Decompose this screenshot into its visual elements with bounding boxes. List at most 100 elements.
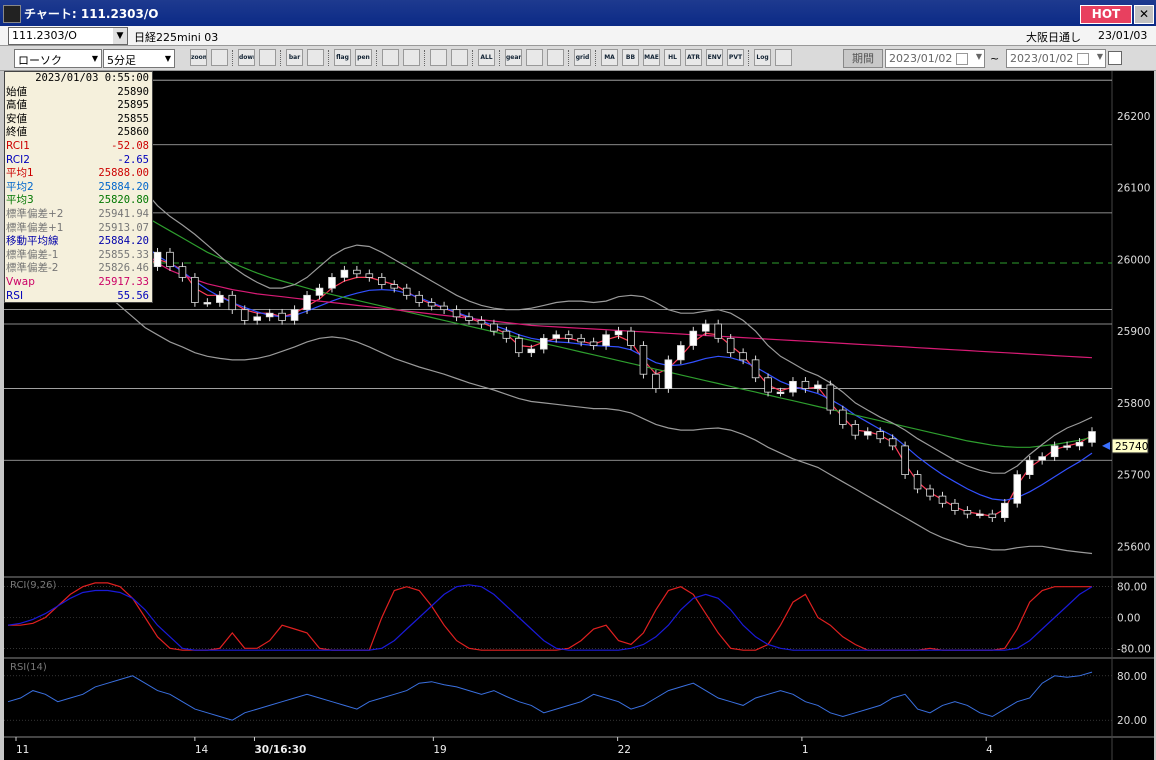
data-window-value: 25888.00: [98, 167, 149, 180]
date-from-field[interactable]: 2023/01/02 ▼: [885, 49, 985, 68]
data-window-value: 25826.46: [98, 262, 149, 275]
toolbar-all-button[interactable]: ALL: [478, 49, 495, 66]
data-window-key: 高値: [6, 99, 27, 112]
period-button[interactable]: 期間: [843, 49, 883, 68]
candle-body: [1038, 456, 1046, 461]
data-window-key: 標準偏差-2: [6, 262, 59, 275]
data-window-key: 平均1: [6, 167, 34, 180]
candle-body: [589, 341, 598, 346]
toolbar-gear-button[interactable]: gear: [505, 49, 522, 66]
toolbar-arrow-button[interactable]: [403, 49, 420, 66]
candle-body: [353, 269, 361, 275]
toolbar-pen-button[interactable]: pen: [355, 49, 372, 66]
toolbar-mae-button[interactable]: MAE: [643, 49, 660, 66]
toolbar-grid-button[interactable]: grid: [574, 49, 591, 66]
toolbar-ma-button[interactable]: MA: [601, 49, 618, 66]
period-checkbox[interactable]: [1108, 51, 1122, 65]
chevron-down-icon[interactable]: ▼: [113, 28, 127, 44]
data-window-key: 標準偏差+2: [6, 207, 64, 220]
candle-body: [938, 495, 947, 504]
toolbar-bb-button[interactable]: BB: [622, 49, 639, 66]
candle-body: [602, 334, 610, 346]
toolbar-flag-button[interactable]: flag: [334, 49, 351, 66]
toolbar-updown-button[interactable]: [307, 49, 324, 66]
toolbar-separator: [748, 50, 751, 66]
toolbar-window-button[interactable]: [775, 49, 792, 66]
candle-body: [365, 273, 374, 278]
hot-button[interactable]: HOT: [1080, 5, 1132, 24]
toolbar-candle-left-button[interactable]: [430, 49, 447, 66]
toolbar-log-button[interactable]: Log: [754, 49, 771, 66]
data-window: 2023/01/03 0:55:00 始値 25890 高値 25895 安値 25855…: [4, 71, 153, 303]
candle-body: [764, 377, 772, 393]
candle-body: [951, 502, 959, 511]
candle-body: [502, 330, 511, 339]
chart-canvas[interactable]: 26200 26100 26000 25900 25800 25700 25600 25740…: [4, 71, 1154, 760]
toolbar-pvt-button[interactable]: PVT: [727, 49, 744, 66]
candle-body: [303, 294, 311, 311]
close-button[interactable]: ✕: [1134, 5, 1154, 24]
data-window-row: 平均2 25884.20: [5, 181, 152, 195]
toolbar-bar-button[interactable]: bar: [286, 49, 303, 66]
series-line-平均3: [7, 136, 1093, 448]
data-window-value: 25855.33: [98, 248, 149, 261]
chart-area[interactable]: 26200 26100 26000 25900 25800 25700 25600 25740…: [4, 71, 1154, 760]
candle-body: [789, 380, 797, 393]
interval-value: 5分足: [107, 54, 136, 67]
data-window-key: 終値: [6, 126, 27, 139]
toolbar-cursor-button[interactable]: [211, 49, 228, 66]
candle-body: [1013, 474, 1022, 504]
calendar-icon[interactable]: [956, 53, 968, 65]
toolbar-zoom-button[interactable]: zoom: [190, 49, 207, 66]
toolbar-refresh-button[interactable]: [259, 49, 276, 66]
symbol-select[interactable]: 111.2303/O ▼: [8, 27, 128, 45]
data-window-value: -2.65: [117, 153, 149, 166]
data-window-row: 始値 25890: [5, 86, 152, 100]
data-window-row: 安値 25855: [5, 113, 152, 127]
toolbar-env-button[interactable]: ENV: [706, 49, 723, 66]
interval-select[interactable]: 5分足 ▼: [103, 49, 175, 68]
y-tick-label: 25800: [1117, 398, 1150, 410]
x-tick-label: 1: [802, 744, 809, 756]
toolbar-hl-button[interactable]: HL: [664, 49, 681, 66]
chevron-down-icon[interactable]: ▼: [1097, 52, 1103, 61]
candle-body: [290, 309, 299, 321]
symbol-bar: 111.2303/O ▼ 日経225mini 03 大阪日通し 23/01/03: [0, 26, 1156, 46]
chevron-down-icon[interactable]: ▼: [89, 50, 101, 67]
candle-body: [664, 359, 673, 389]
toolbar-tools-button[interactable]: [526, 49, 543, 66]
rci-tick-label: 0.00: [1117, 613, 1140, 625]
y-tick-label: 25900: [1117, 326, 1150, 338]
candle-body: [427, 302, 436, 307]
date-to-field[interactable]: 2023/01/02 ▼: [1006, 49, 1106, 68]
candle-body: [265, 312, 274, 318]
data-window-value: 55.56: [117, 289, 149, 302]
toolbar-candle-right-button[interactable]: [451, 49, 468, 66]
toolbar-select-button[interactable]: [382, 49, 399, 66]
candle-body: [1000, 502, 1009, 519]
data-window-key: Vwap: [6, 275, 35, 288]
toolbar-atr-button[interactable]: ATR: [685, 49, 702, 66]
candle-body: [415, 294, 423, 303]
toolbar-palette-button[interactable]: [547, 49, 564, 66]
calendar-icon[interactable]: [1077, 53, 1089, 65]
data-window-row: 標準偏差-1 25855.33: [5, 249, 152, 263]
chevron-down-icon[interactable]: ▼: [162, 50, 174, 67]
candle-body: [203, 302, 212, 305]
candle-body: [378, 276, 386, 285]
candle-body: [527, 348, 536, 354]
toolbar-down-button[interactable]: down: [238, 49, 255, 66]
data-window-key: RCI2: [6, 153, 30, 166]
toolbar-separator: [232, 50, 235, 66]
data-window-row: RCI2 -2.65: [5, 154, 152, 168]
candle-body: [826, 384, 835, 411]
x-tick-label: 22: [618, 744, 631, 756]
candle-body: [801, 380, 810, 389]
candle-body: [926, 488, 934, 497]
candle-body: [253, 316, 261, 321]
y-tick-label: 26200: [1117, 111, 1150, 123]
data-window-row: 標準偏差-2 25826.46: [5, 262, 152, 276]
chart-type-select[interactable]: ローソク ▼: [14, 49, 102, 68]
chevron-down-icon[interactable]: ▼: [976, 52, 982, 61]
candle-body: [490, 323, 498, 332]
